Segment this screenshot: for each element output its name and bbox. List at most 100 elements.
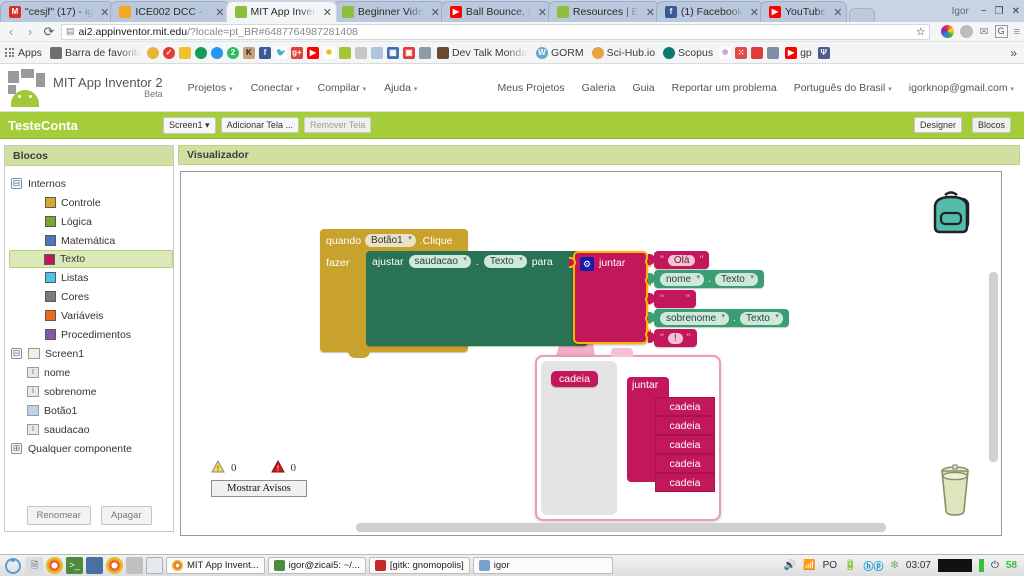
block-set-saudacao-texto[interactable]: ajustar saudacao . Texto para: [366, 251, 588, 346]
window-maximize-button[interactable]: ❐: [995, 6, 1004, 17]
set-property-dropdown[interactable]: Texto: [483, 255, 527, 268]
user-account-menu[interactable]: igorknop@gmail.com ▾: [909, 82, 1014, 94]
block-join[interactable]: ⚙ juntar: [569, 251, 651, 344]
new-tab-button[interactable]: [849, 8, 876, 22]
mutator-row-cadeia[interactable]: cadeia: [655, 473, 715, 492]
browser-tab[interactable]: ▶ YouTube ✕: [760, 1, 848, 22]
getter-component-dropdown[interactable]: sobrenome: [660, 311, 730, 325]
screenshot-icon[interactable]: [354, 46, 367, 59]
monitor-icon[interactable]: [86, 557, 103, 574]
taskbar-window-gitk[interactable]: [gitk: gnomopolis]: [368, 557, 470, 574]
block-get-sobrenome-texto[interactable]: sobrenome . Texto: [648, 309, 789, 327]
tab-close-icon[interactable]: ✕: [538, 6, 547, 19]
extension-icon[interactable]: [960, 25, 974, 38]
text-value-field[interactable]: Olá: [667, 254, 696, 266]
tab-close-icon[interactable]: ✕: [323, 6, 332, 19]
keyboard-layout-indicator[interactable]: PO: [823, 560, 837, 571]
chrome-menu-icon[interactable]: ≡: [1014, 26, 1020, 38]
browser-tab[interactable]: f (1) Facebook ✕: [655, 1, 764, 22]
palette-item-procedimentos[interactable]: Procedimentos: [11, 325, 173, 344]
window-minimize-button[interactable]: −: [981, 6, 987, 17]
palette-item-listas[interactable]: Listas: [11, 268, 173, 287]
color-wheel-icon[interactable]: [941, 25, 955, 38]
link-guia[interactable]: Guia: [632, 82, 654, 94]
palette-item-logica[interactable]: Lógica: [11, 212, 173, 231]
delete-button[interactable]: Apagar: [100, 506, 152, 525]
hangouts-icon[interactable]: [194, 46, 207, 59]
tab-close-icon[interactable]: ✕: [431, 6, 440, 19]
terminal-icon[interactable]: >_: [66, 557, 83, 574]
block-get-nome-texto[interactable]: nome . Texto: [648, 270, 764, 288]
android-icon[interactable]: [338, 46, 351, 59]
tab-close-icon[interactable]: ✕: [215, 6, 224, 19]
mutator-row-cadeia[interactable]: cadeia: [655, 454, 715, 473]
bookmark-star-icon[interactable]: ☆: [916, 26, 925, 38]
files-icon[interactable]: 🗎: [26, 557, 43, 574]
link-galeria[interactable]: Galeria: [582, 82, 616, 94]
browser-tab[interactable]: Beginner Vide ✕: [332, 1, 445, 22]
canvas-vertical-scrollbar[interactable]: [989, 272, 998, 462]
app-logo[interactable]: MIT App Inventor 2 Beta: [0, 69, 163, 107]
component-item-sobrenome[interactable]: I sobrenome: [11, 382, 173, 401]
block-text-space[interactable]: " ": [648, 290, 696, 308]
screen-selector[interactable]: Screen1 ▾: [163, 116, 216, 134]
add-screen-button[interactable]: Adicionar Tela ...: [220, 117, 299, 133]
remove-screen-button[interactable]: Remover Tela: [303, 117, 372, 133]
hp-icon[interactable]: ⓗⓟ: [864, 558, 884, 573]
messenger-icon[interactable]: [210, 46, 223, 59]
browser-tab[interactable]: ICE002 DCC - / ✕: [110, 1, 230, 22]
tab-close-icon[interactable]: ✕: [646, 6, 655, 19]
tab-close-icon[interactable]: ✕: [100, 6, 109, 19]
backpack-icon[interactable]: [923, 185, 979, 246]
collapse-toggle-icon[interactable]: ⊟: [11, 348, 22, 359]
twitter-icon[interactable]: 🐦: [274, 46, 287, 59]
palette-item-controle[interactable]: Controle: [11, 193, 173, 212]
facebook-icon[interactable]: f: [258, 46, 271, 59]
menu-ajuda[interactable]: Ajuda ▾: [384, 82, 417, 94]
google-plus-icon[interactable]: g+: [290, 46, 303, 59]
browser-tab[interactable]: M "cesjf" (17) - ig ✕: [0, 1, 115, 22]
palette-item-texto[interactable]: Texto: [9, 250, 173, 268]
designer-tab-button[interactable]: Designer: [913, 117, 962, 133]
mutator-row-cadeia[interactable]: cadeia: [655, 435, 715, 454]
blocks-tab-button[interactable]: Blocos: [971, 117, 1011, 133]
youtube-icon[interactable]: ▶: [306, 46, 319, 59]
rename-button[interactable]: Renomear: [26, 506, 91, 525]
bookmark-item[interactable]: W GORM: [534, 46, 586, 59]
bookmarks-overflow-icon[interactable]: »: [1010, 46, 1021, 60]
getter-property-dropdown[interactable]: Texto: [714, 272, 758, 286]
when-component-dropdown[interactable]: Botão1: [365, 234, 416, 247]
taskbar-window-terminal[interactable]: igor@zicai5: ~/...: [267, 557, 366, 574]
show-warnings-button[interactable]: Mostrar Avisos: [211, 480, 307, 497]
evernote-icon[interactable]: 2: [226, 46, 239, 59]
red-square-icon[interactable]: ▣: [402, 46, 415, 59]
browser-tab-active[interactable]: MIT App Inver ✕: [225, 1, 337, 22]
mutator-row-cadeia[interactable]: cadeia: [655, 416, 715, 435]
block-text-ola[interactable]: " Olá ": [648, 251, 710, 269]
chrome2-icon[interactable]: [106, 557, 123, 574]
kindle-icon[interactable]: K: [242, 46, 255, 59]
butterfly-icon[interactable]: ✾: [719, 46, 732, 59]
taskbar-window-igor[interactable]: igor: [472, 557, 613, 574]
menu-projetos[interactable]: Projetos ▾: [188, 82, 233, 94]
bookmark-item[interactable]: Sci-Hub.io: [590, 46, 657, 59]
tree-node-internos[interactable]: ⊟ Internos: [11, 174, 173, 193]
set-component-dropdown[interactable]: saudacao: [408, 255, 471, 268]
cloud-upload-icon[interactable]: [370, 46, 383, 59]
browser-tab[interactable]: Resources | E ✕: [547, 1, 660, 22]
mutator-row-cadeia[interactable]: cadeia: [655, 397, 715, 416]
component-item-saudacao[interactable]: I saudacao: [11, 420, 173, 439]
sync-icon[interactable]: ❇: [891, 560, 899, 571]
chrome-icon[interactable]: [46, 557, 63, 574]
language-selector[interactable]: Português do Brasil ▾: [794, 82, 892, 94]
dice-icon[interactable]: ⁙: [735, 46, 748, 59]
signal-icon[interactable]: 📶: [803, 560, 815, 571]
tab-close-icon[interactable]: ✕: [750, 6, 759, 19]
table-icon[interactable]: ▦: [386, 46, 399, 59]
getter-component-dropdown[interactable]: nome: [660, 272, 705, 286]
window-icon[interactable]: [146, 557, 163, 574]
volume-icon[interactable]: 🔊: [784, 560, 796, 571]
getter-property-dropdown[interactable]: Texto: [739, 311, 783, 325]
bookmark-item[interactable]: ▶ gp: [783, 46, 814, 59]
keep-icon[interactable]: [178, 46, 191, 59]
